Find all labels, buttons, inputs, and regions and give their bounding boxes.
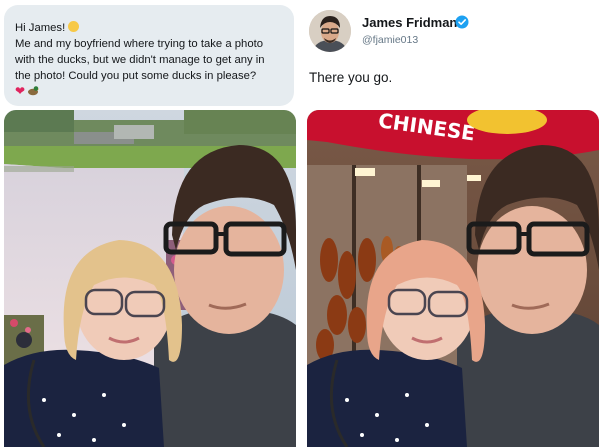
verified-badge-icon <box>455 15 469 29</box>
duck-icon <box>28 86 40 96</box>
request-greeting: Hi James! <box>15 22 66 34</box>
reply-header: James Fridman @fjamie013 <box>309 10 599 55</box>
request-line-2: with the ducks, but we didn't manage to … <box>15 54 265 66</box>
request-line-1: Me and my boyfriend where trying to take… <box>15 38 264 50</box>
request-line-3: the photo! Could you put some ducks in p… <box>15 70 257 82</box>
author-handle[interactable]: @fjamie013 <box>362 34 418 46</box>
avatar[interactable] <box>309 10 351 52</box>
original-photo[interactable] <box>4 110 296 447</box>
request-message-bubble: Hi James! Me and my boyfriend where tryi… <box>4 5 294 106</box>
edited-photo[interactable]: CHINESE <box>307 110 599 447</box>
red-heart-icon: ❤ <box>15 84 26 98</box>
reply-text: There you go. <box>309 70 393 85</box>
author-name[interactable]: James Fridman <box>362 15 457 30</box>
waving-hand-icon <box>68 21 80 32</box>
